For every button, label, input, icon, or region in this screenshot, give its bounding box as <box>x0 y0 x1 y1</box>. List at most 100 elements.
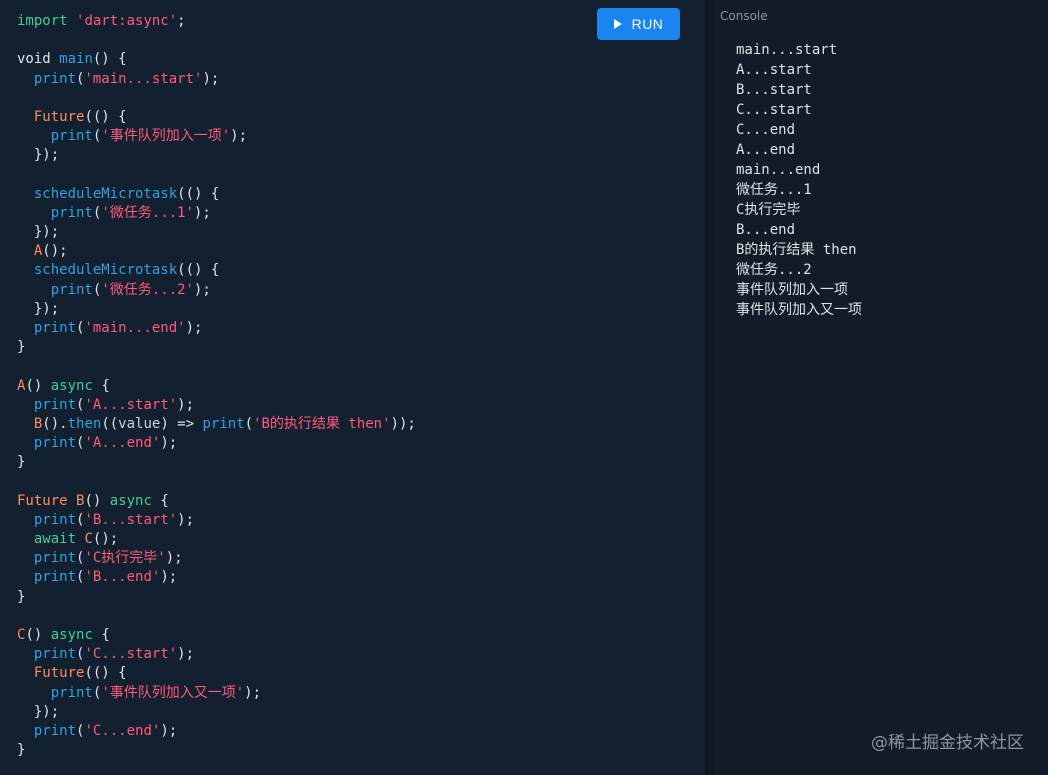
watermark: @稀土掘金技术社区 <box>871 733 1024 753</box>
code-token: )); <box>390 415 416 432</box>
code-token: then <box>67 415 102 432</box>
code-token: ); <box>160 569 178 586</box>
code-token: ( <box>244 415 254 432</box>
run-button[interactable]: RUN <box>597 8 680 40</box>
code-token: 'B...start' <box>84 511 178 528</box>
console-line: main...start <box>736 42 838 58</box>
code-token: ); <box>165 550 183 567</box>
code-line: void main() { <box>17 50 416 69</box>
code-token: 'main...start' <box>84 70 203 87</box>
console-line: C...start <box>736 102 812 118</box>
code-line: B().then((value) => print('B的执行结果 then')… <box>17 415 416 434</box>
code-token: ); <box>177 396 195 413</box>
console-line: C...end <box>736 122 796 138</box>
code-token: scheduleMicrotask <box>33 262 178 279</box>
code-token: { <box>151 492 169 509</box>
code-token: ); <box>177 646 195 663</box>
code-token: ); <box>185 320 203 336</box>
code-line: print('C...start'); <box>17 645 416 664</box>
code-token: await <box>33 531 77 548</box>
code-token: print <box>202 415 245 432</box>
code-token: (). <box>42 415 68 432</box>
code-token: print <box>50 281 93 298</box>
code-line: C() async { <box>17 626 416 645</box>
code-line: print('微任务...1'); <box>17 204 416 223</box>
code-token: print <box>33 569 77 586</box>
code-token: 'C...start' <box>84 646 178 663</box>
code-line: print('main...start'); <box>17 70 416 89</box>
console-panel: Console main...start A...start B...start C.… <box>714 0 1048 775</box>
code-token: print <box>33 722 77 739</box>
code-token: ); <box>244 684 262 701</box>
code-token: { <box>92 627 110 643</box>
code-token: } <box>17 742 26 759</box>
code-token: '微任务...1' <box>101 204 194 221</box>
code-line: scheduleMicrotask(() { <box>17 261 416 280</box>
console-line: 事件队列加入一项 <box>736 282 848 298</box>
code-token: ); <box>193 281 211 298</box>
code-token: scheduleMicrotask <box>33 185 178 202</box>
code-token: ); <box>230 128 248 145</box>
run-button-label: RUN <box>631 16 664 32</box>
code-line: print('C执行完毕'); <box>17 549 416 568</box>
code-token: () { <box>92 51 127 68</box>
code-line: Future(() { <box>17 664 416 683</box>
console-line: 事件队列加入又一项 <box>736 302 862 318</box>
code-token: 'C...end' <box>84 722 161 739</box>
console-line: B...end <box>736 222 796 238</box>
code-token: void <box>17 51 60 68</box>
code-line: } <box>17 338 416 357</box>
console-line: 微任务...2 <box>736 262 812 278</box>
code-token: print <box>33 320 77 336</box>
code-line: await C(); <box>17 530 416 549</box>
code-token: ); <box>160 722 178 739</box>
code-token: }); <box>17 147 60 164</box>
code-line: }); <box>17 703 416 722</box>
code-token: (() { <box>177 185 220 202</box>
code-editor[interactable]: import 'dart:async'; void main() { print… <box>0 0 705 775</box>
code-token: 'C执行完毕' <box>84 550 166 567</box>
code-token: async <box>109 492 152 509</box>
code-token: }); <box>17 703 60 720</box>
code-token: (() { <box>177 262 220 279</box>
panel-divider[interactable] <box>705 0 714 775</box>
code-line: } <box>17 741 416 760</box>
code-token: '微任务...2' <box>101 281 194 298</box>
code-token: C <box>84 531 93 548</box>
code-token: print <box>33 550 77 567</box>
code-token: ); <box>177 511 195 528</box>
code-token: } <box>17 588 26 605</box>
code-area[interactable]: import 'dart:async'; void main() { print… <box>17 12 416 760</box>
code-token: }); <box>17 224 60 241</box>
code-token: () <box>25 377 51 394</box>
code-line: Future B() async { <box>17 492 416 511</box>
code-token: print <box>50 204 93 221</box>
code-token: 'dart:async' <box>76 13 178 29</box>
console-title: Console <box>720 9 768 23</box>
code-token: print <box>33 435 77 452</box>
code-line: print('微任务...2'); <box>17 281 416 300</box>
code-token: ); <box>160 435 178 452</box>
code-token: async <box>50 627 93 643</box>
code-token: () <box>84 492 110 509</box>
code-token: (( <box>101 415 119 432</box>
code-line: scheduleMicrotask(() { <box>17 185 416 204</box>
